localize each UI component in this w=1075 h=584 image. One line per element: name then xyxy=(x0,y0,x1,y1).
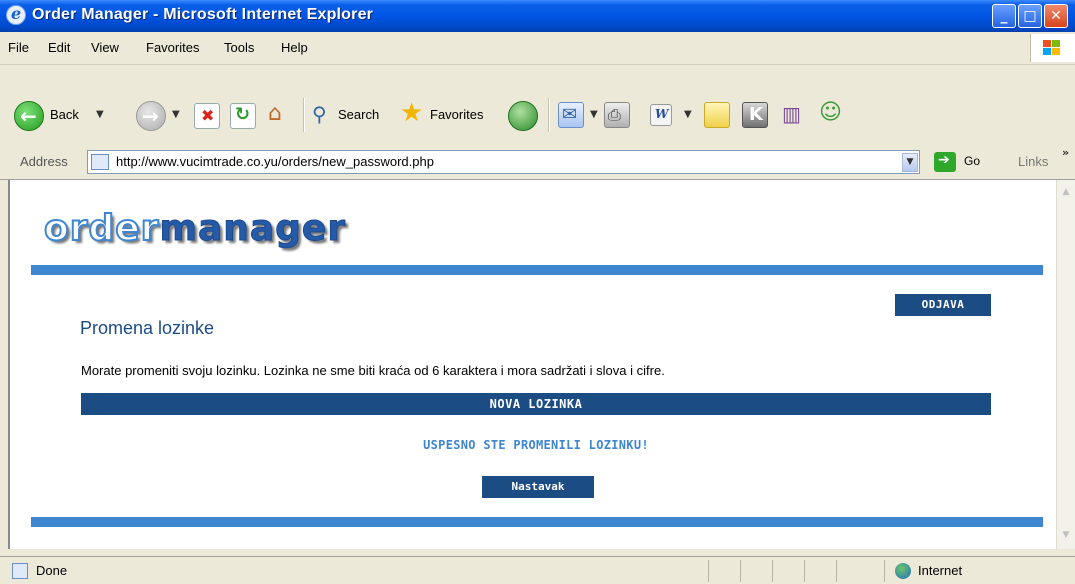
page-icon xyxy=(91,154,109,170)
mail-dropdown-icon[interactable]: ▼ xyxy=(590,109,598,120)
edit-dropdown-icon[interactable]: ▼ xyxy=(684,109,692,120)
logo-part-manager: manager xyxy=(159,208,347,250)
back-icon[interactable] xyxy=(14,101,44,131)
windows-logo xyxy=(1030,34,1075,62)
success-message: USPESNO STE PROMENILI LOZINKU! xyxy=(423,438,649,452)
internet-globe-icon xyxy=(895,563,911,579)
status-text: Done xyxy=(36,563,68,578)
refresh-icon[interactable]: ↻ xyxy=(230,103,256,129)
forward-icon[interactable] xyxy=(136,101,166,131)
menu-bar: File Edit View Favorites Tools Help xyxy=(0,32,1075,65)
status-divider xyxy=(772,560,773,582)
ie-icon xyxy=(6,4,26,25)
toolbar-separator xyxy=(303,98,305,132)
page-content: ordermanager ODJAVA Promena lozinke Mora… xyxy=(8,180,1056,549)
minimize-button[interactable]: _ xyxy=(992,4,1016,28)
status-divider xyxy=(740,560,741,582)
scroll-down-icon[interactable]: ▼ xyxy=(1058,527,1074,543)
favorites-button-label[interactable]: Favorites xyxy=(430,107,483,122)
status-bar xyxy=(0,556,1075,584)
address-label: Address xyxy=(20,154,68,169)
links-chevron-icon[interactable]: » xyxy=(1062,146,1069,159)
address-url[interactable]: http://www.vucimtrade.co.yu/orders/new_p… xyxy=(116,154,434,169)
toolbar-separator xyxy=(548,98,550,132)
back-button-label[interactable]: Back xyxy=(50,107,79,122)
menu-view[interactable]: View xyxy=(91,40,119,55)
footer-divider xyxy=(31,517,1043,527)
scroll-up-icon[interactable]: ▲ xyxy=(1058,184,1074,200)
status-divider xyxy=(836,560,837,582)
mail-icon[interactable]: ✉ xyxy=(558,102,584,128)
browser-window: Order Manager - Microsoft Internet Explo… xyxy=(0,0,1075,584)
title-bar[interactable]: Order Manager - Microsoft Internet Explo… xyxy=(0,0,1075,33)
done-page-icon xyxy=(12,563,28,579)
page-title: Promena lozinke xyxy=(80,318,215,338)
window-title: Order Manager - Microsoft Internet Explo… xyxy=(32,6,374,23)
menu-tools[interactable]: Tools xyxy=(224,40,254,55)
discuss-note-icon[interactable] xyxy=(704,102,730,128)
close-button[interactable]: ✕ xyxy=(1044,4,1068,28)
print-icon[interactable]: ⎙ xyxy=(604,102,630,128)
stop-icon[interactable]: ✖ xyxy=(194,103,220,129)
status-divider xyxy=(708,560,709,582)
menu-help[interactable]: Help xyxy=(281,40,308,55)
go-arrow-icon[interactable] xyxy=(934,152,956,172)
vertical-scrollbar[interactable]: ▲ ▼ xyxy=(1056,180,1075,549)
k-button-icon[interactable]: K xyxy=(742,102,768,128)
section-header: NOVA LOZINKA xyxy=(81,393,991,415)
menu-file[interactable]: File xyxy=(8,40,29,55)
status-divider xyxy=(884,560,885,582)
research-books-icon[interactable]: ▥ xyxy=(780,102,806,128)
password-notice: Morate promeniti svoju lozinku. Lozinka … xyxy=(81,363,665,378)
security-zone-text: Internet xyxy=(918,563,963,578)
logout-button[interactable]: ODJAVA xyxy=(895,294,991,316)
history-icon[interactable] xyxy=(508,101,538,131)
address-dropdown-icon[interactable]: ▼ xyxy=(902,153,918,172)
go-button-label[interactable]: Go xyxy=(964,154,980,168)
windows-flag-icon xyxy=(1043,40,1061,56)
ordermanager-logo: ordermanager xyxy=(43,207,347,250)
messenger-icon[interactable]: ☺ xyxy=(818,100,844,128)
search-button-label[interactable]: Search xyxy=(338,107,379,122)
status-divider xyxy=(804,560,805,582)
forward-dropdown-icon[interactable]: ▼ xyxy=(172,109,180,120)
maximize-button[interactable]: □ xyxy=(1018,4,1042,28)
continue-button[interactable]: Nastavak xyxy=(482,476,594,498)
header-divider xyxy=(31,265,1043,275)
back-dropdown-icon[interactable]: ▼ xyxy=(96,109,104,120)
address-input[interactable]: http://www.vucimtrade.co.yu/orders/new_p… xyxy=(87,150,920,174)
menu-edit[interactable]: Edit xyxy=(48,40,70,55)
home-icon[interactable]: ⌂ xyxy=(266,101,292,127)
edit-word-icon[interactable]: W xyxy=(650,104,672,126)
links-label[interactable]: Links xyxy=(1018,154,1048,169)
menu-favorites[interactable]: Favorites xyxy=(146,40,199,55)
logo-part-order: order xyxy=(43,207,160,250)
favorites-star-icon[interactable]: ★ xyxy=(400,98,426,128)
search-icon[interactable]: ⚲ xyxy=(310,102,336,128)
